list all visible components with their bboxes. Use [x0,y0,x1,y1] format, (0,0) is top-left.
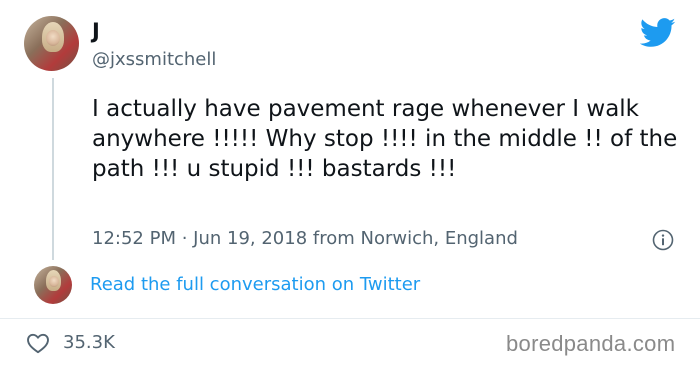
tweet-text: I actually have pavement rage whenever I… [92,96,678,182]
heart-icon[interactable] [26,332,50,354]
twitter-bird-icon[interactable] [640,18,676,48]
footer-divider [0,318,700,319]
author-name[interactable]: J [92,19,100,43]
tweet-timestamp-location[interactable]: 12:52 PM · Jun 19, 2018 from Norwich, En… [92,228,518,250]
author-avatar[interactable] [24,16,79,71]
read-conversation-link[interactable]: Read the full conversation on Twitter [90,274,420,296]
reply-avatar[interactable] [34,266,72,304]
like-count[interactable]: 35.3K [63,332,115,354]
thread-connector-line [52,78,54,260]
info-icon[interactable] [652,229,674,251]
avatar-face [46,30,60,46]
author-handle[interactable]: @jxssmitchell [92,49,216,71]
watermark: boredpanda.com [506,331,676,356]
avatar-face [49,276,59,287]
